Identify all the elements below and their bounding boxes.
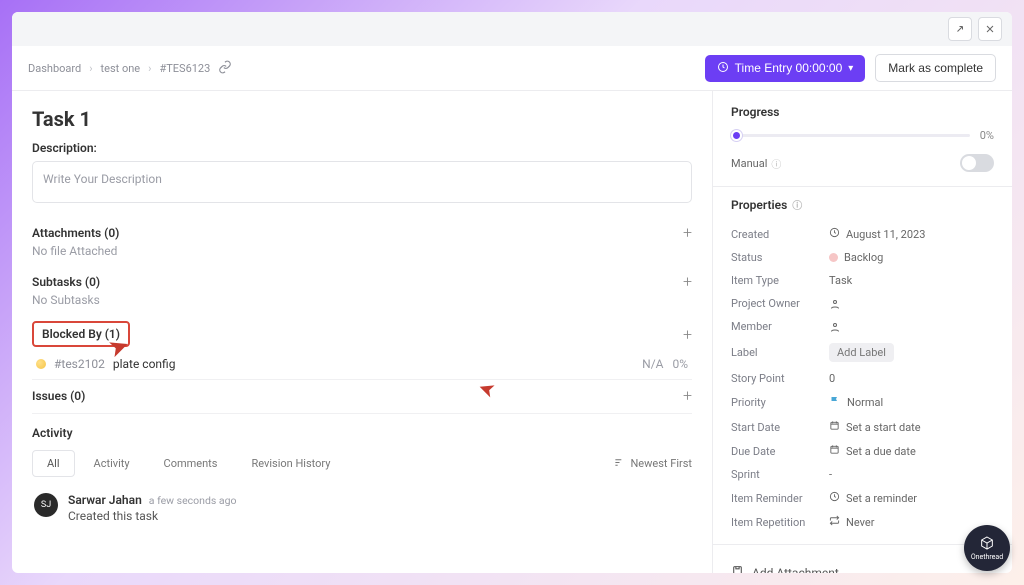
prop-due-key: Due Date [731,445,819,458]
brand-badge[interactable]: Onethread [964,525,1010,571]
calendar-icon [829,444,840,458]
prop-repeat-key: Item Repetition [731,516,819,529]
info-icon: ⓘ [771,156,781,171]
manual-toggle[interactable] [960,154,994,172]
subtasks-heading: Subtasks (0) [32,275,100,289]
status-dot-icon [36,359,46,369]
close-icon[interactable] [978,17,1002,41]
progress-thumb-icon[interactable] [731,130,742,141]
properties-heading: Properties [731,198,787,212]
activity-entry: SJ Sarwar Jahan a few seconds ago Create… [32,487,692,529]
link-icon[interactable] [218,60,232,77]
blocked-item-assignee: N/A [642,357,663,371]
prop-story-value[interactable]: 0 [829,372,994,385]
add-attachment-button[interactable]: Add Attachment [731,555,994,573]
activity-tabs: All Activity Comments Revision History N… [32,450,692,477]
add-blocker-icon[interactable]: + [683,325,692,344]
breadcrumb-project[interactable]: test one [101,62,141,75]
prop-reminder-key: Item Reminder [731,492,819,505]
header-row: Dashboard › test one › #TES6123 Time Ent… [12,46,1012,90]
chevron-right-icon: › [148,62,151,75]
activity-action: Created this task [68,509,236,523]
manual-label: Manual [731,157,767,170]
sort-icon [614,457,625,471]
tab-all[interactable]: All [32,450,75,477]
breadcrumb-task-id[interactable]: #TES6123 [159,62,210,75]
add-label-button[interactable]: Add Label [829,343,894,362]
prop-owner-key: Project Owner [731,297,819,310]
add-attachment-label: Add Attachment [752,566,839,573]
clock-icon [829,491,840,505]
prop-priority-key: Priority [731,396,819,409]
attachments-heading: Attachments (0) [32,226,119,240]
prop-member-key: Member [731,320,819,333]
main-panel: Task 1 Description: Write Your Descripti… [12,91,712,573]
attachment-icon [731,565,744,573]
topbar [12,12,1012,46]
chevron-right-icon: › [89,62,92,75]
prop-status-value[interactable]: Backlog [829,251,994,264]
clock-icon [717,61,729,76]
subtasks-empty: No Subtasks [32,293,692,315]
attachments-empty: No file Attached [32,244,692,266]
blocked-item-progress: 0% [672,357,688,371]
prop-start-key: Start Date [731,421,819,434]
prop-repeat-value[interactable]: Never [829,515,994,529]
avatar: SJ [34,493,58,517]
progress-value: 0% [980,129,994,142]
issues-heading: Issues (0) [32,389,85,403]
tab-activity[interactable]: Activity [79,450,145,477]
time-entry-label: Time Entry 00:00:00 [735,61,843,75]
sort-label: Newest First [630,457,692,470]
prop-itemtype-key: Item Type [731,274,819,287]
description-label: Description: [32,141,692,155]
calendar-icon [829,420,840,434]
progress-slider[interactable]: 0% [731,129,994,142]
prop-member-value[interactable] [829,321,994,333]
cube-icon [979,535,995,551]
prop-status-key: Status [731,251,819,264]
description-input[interactable]: Write Your Description [32,161,692,203]
activity-heading: Activity [32,426,73,440]
prop-itemtype-value[interactable]: Task [829,274,994,287]
flag-icon [829,395,841,410]
add-issue-icon[interactable]: + [683,386,692,405]
prop-sprint-value[interactable]: - [829,468,994,481]
add-subtask-icon[interactable]: + [683,272,692,291]
prop-reminder-value[interactable]: Set a reminder [829,491,994,505]
tab-revision[interactable]: Revision History [236,450,345,477]
prop-priority-value[interactable]: Normal [829,395,994,410]
prop-story-key: Story Point [731,372,819,385]
prop-owner-value[interactable] [829,298,994,310]
progress-heading: Progress [731,105,994,119]
page-title: Task 1 [32,107,692,131]
prop-label-key: Label [731,346,819,359]
prop-created-value: August 11, 2023 [846,228,925,241]
activity-time: a few seconds ago [149,494,237,507]
blocked-item-ref: #tes2102 [54,357,105,371]
side-panel: Progress 0% Manual ⓘ Properties ⓘ Create… [712,91,1012,573]
brand-label: Onethread [971,553,1003,561]
tab-comments[interactable]: Comments [149,450,233,477]
prop-sprint-key: Sprint [731,468,819,481]
chevron-down-icon: ▾ [848,63,853,74]
mark-complete-button[interactable]: Mark as complete [875,54,996,82]
repeat-icon [829,515,840,529]
prop-due-value[interactable]: Set a due date [829,444,994,458]
activity-user: Sarwar Jahan [68,493,142,507]
prop-created-key: Created [731,228,819,241]
clock-icon [829,227,840,241]
sort-toggle[interactable]: Newest First [614,457,692,471]
time-entry-button[interactable]: Time Entry 00:00:00 ▾ [705,55,866,82]
expand-icon[interactable] [948,17,972,41]
breadcrumb-dashboard[interactable]: Dashboard [28,62,81,75]
add-attachment-icon[interactable]: + [683,223,692,242]
info-icon: ⓘ [792,197,802,212]
prop-start-value[interactable]: Set a start date [829,420,994,434]
status-color-icon [829,253,838,262]
breadcrumb: Dashboard › test one › #TES6123 [28,60,695,77]
